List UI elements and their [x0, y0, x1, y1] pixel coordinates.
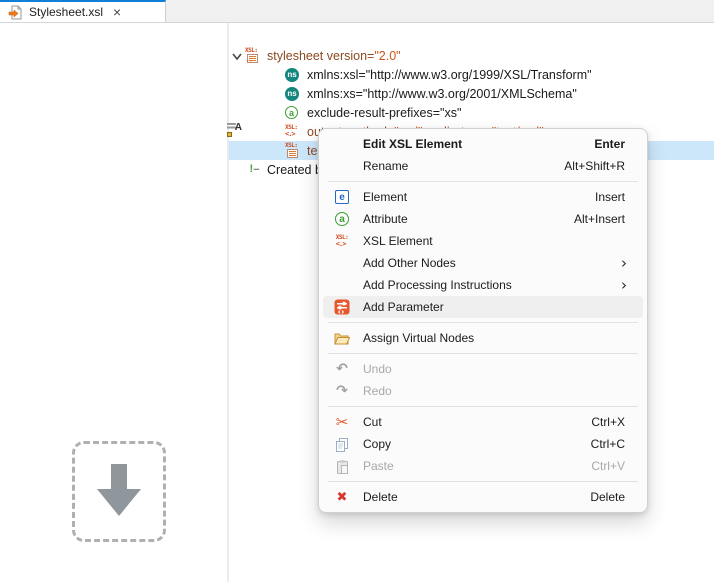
xsl-stylesheet-icon: XSL: → — [245, 48, 263, 63]
comment-text: Created b — [267, 163, 322, 177]
menu-item-shortcut: Delete — [590, 490, 625, 504]
submenu-arrow-icon: › — [621, 256, 627, 271]
element-icon: e — [331, 190, 353, 204]
attribute-icon: a — [285, 106, 303, 119]
menu-item-label: Add Parameter — [363, 300, 633, 314]
menu-separator — [328, 481, 638, 482]
xsl-output-icon: XSL:<.> — [285, 125, 303, 138]
menu-item-shortcut: Insert — [595, 190, 625, 204]
namespace-text: xmlns:xsl="http://www.w3.org/1999/XSL/Tr… — [307, 68, 592, 82]
menu-item-label: Redo — [363, 384, 633, 398]
namespace-text: xmlns:xs="http://www.w3.org/2001/XMLSche… — [307, 87, 577, 101]
xsl-element-icon: XSL:<.> — [331, 235, 353, 248]
menu-item-label: Paste — [363, 459, 591, 473]
menu-item-shortcut: Enter — [594, 137, 625, 151]
tab-bar: Stylesheet.xsl × — [0, 0, 714, 23]
delete-icon: ✖ — [331, 491, 353, 504]
menu-item-label: Delete — [363, 490, 590, 504]
down-arrow-icon — [96, 464, 142, 520]
xsl-template-icon: XSL: — [285, 143, 303, 158]
menu-item-assign-virtual-nodes[interactable]: Assign Virtual Nodes — [323, 327, 643, 349]
menu-item-label: Undo — [363, 362, 633, 376]
tab-close-icon[interactable]: × — [113, 5, 121, 19]
menu-item-undo: ↶ Undo — [323, 358, 643, 380]
menu-item-shortcut: Ctrl+V — [591, 459, 625, 473]
attribute-icon: a — [331, 212, 353, 226]
menu-item-attribute[interactable]: a Attribute Alt+Insert — [323, 208, 643, 230]
tree-row-stylesheet[interactable]: XSL: → stylesheet version="2.0" — [229, 46, 714, 65]
menu-item-add-parameter[interactable]: Add Parameter — [323, 296, 643, 318]
menu-item-shortcut: Ctrl+X — [591, 415, 625, 429]
design-pane — [0, 22, 227, 582]
context-menu: Edit XSL Element Enter Rename Alt+Shift+… — [318, 128, 648, 513]
menu-item-label: Assign Virtual Nodes — [363, 331, 633, 345]
redo-icon: ↷ — [331, 384, 353, 398]
menu-separator — [328, 353, 638, 354]
menu-item-label: Edit XSL Element — [363, 137, 594, 151]
menu-item-paste: Paste Ctrl+V — [323, 455, 643, 477]
menu-item-rename[interactable]: Rename Alt+Shift+R — [323, 155, 643, 177]
paste-icon — [331, 459, 353, 474]
namespace-icon: ns — [285, 68, 303, 82]
menu-item-add-other-nodes[interactable]: Add Other Nodes › — [323, 252, 643, 274]
menu-item-label: XSL Element — [363, 234, 633, 248]
menu-separator — [328, 181, 638, 182]
tree-row-xmlns-xsl[interactable]: ns xmlns:xsl="http://www.w3.org/1999/XSL… — [229, 65, 714, 84]
menu-item-shortcut: Alt+Shift+R — [564, 159, 625, 173]
menu-item-label: Add Other Nodes — [363, 256, 621, 270]
menu-item-copy[interactable]: Copy Ctrl+C — [323, 433, 643, 455]
menu-item-shortcut: Alt+Insert — [574, 212, 625, 226]
namespace-icon: ns — [285, 87, 303, 101]
copy-icon — [331, 437, 353, 452]
menu-item-label: Element — [363, 190, 595, 204]
text-edit-gutter-icon: A — [226, 121, 243, 137]
xsl-editor-window: { "tab": { "title": "Stylesheet.xsl", "c… — [0, 0, 714, 582]
menu-item-redo: ↷ Redo — [323, 380, 643, 402]
submenu-arrow-icon: › — [621, 278, 627, 293]
element-name-text: stylesheet version= — [267, 49, 374, 63]
drop-target[interactable] — [72, 441, 166, 542]
attribute-text: exclude-result-prefixes="xs" — [307, 106, 461, 120]
add-parameter-icon — [331, 299, 353, 315]
attribute-value-text: "2.0" — [374, 49, 400, 63]
cut-icon: ✂ — [331, 415, 353, 430]
menu-item-element[interactable]: e Element Insert — [323, 186, 643, 208]
tree-row-xmlns-xs[interactable]: ns xmlns:xs="http://www.w3.org/2001/XMLS… — [229, 84, 714, 103]
menu-item-add-processing-instructions[interactable]: Add Processing Instructions › — [323, 274, 643, 296]
open-folder-icon — [331, 331, 353, 345]
menu-separator — [328, 322, 638, 323]
menu-separator — [328, 406, 638, 407]
menu-item-label: Copy — [363, 437, 591, 451]
menu-item-cut[interactable]: ✂ Cut Ctrl+X — [323, 411, 643, 433]
chevron-down-icon[interactable] — [231, 50, 243, 62]
undo-icon: ↶ — [331, 362, 353, 376]
comment-icon: !-- — [245, 164, 263, 175]
menu-item-label: Rename — [363, 159, 564, 173]
tab-title: Stylesheet.xsl — [29, 5, 103, 19]
menu-item-shortcut: Ctrl+C — [591, 437, 625, 451]
tab-stylesheet-xsl[interactable]: Stylesheet.xsl × — [0, 0, 166, 22]
xsl-document-icon — [8, 5, 23, 20]
tree-row-exclude-result-prefixes[interactable]: a exclude-result-prefixes="xs" — [229, 103, 714, 122]
menu-item-xsl-element[interactable]: XSL:<.> XSL Element — [323, 230, 643, 252]
menu-item-label: Cut — [363, 415, 591, 429]
menu-item-label: Attribute — [363, 212, 574, 226]
menu-item-edit-xsl-element[interactable]: Edit XSL Element Enter — [323, 133, 643, 155]
menu-item-delete[interactable]: ✖ Delete Delete — [323, 486, 643, 508]
menu-item-label: Add Processing Instructions — [363, 278, 621, 292]
